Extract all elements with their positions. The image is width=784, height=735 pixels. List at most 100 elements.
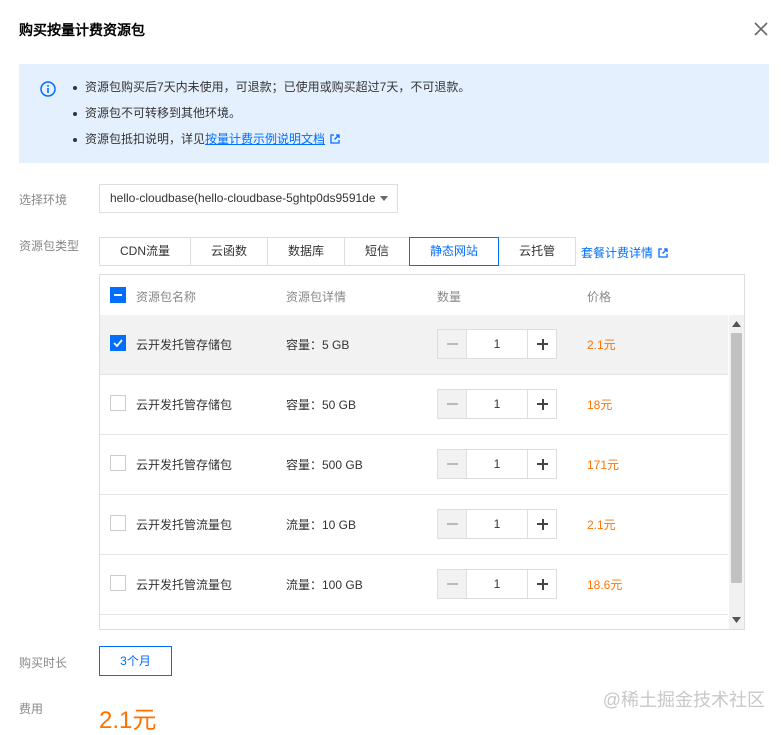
increase-button[interactable] bbox=[527, 389, 557, 419]
table-row[interactable] bbox=[100, 615, 728, 630]
row-checkbox[interactable] bbox=[110, 455, 126, 471]
notice-item: 资源包购买后7天内未使用，可退款；已使用或购买超过7天，不可退款。 bbox=[73, 79, 470, 105]
package-price: 171元 bbox=[587, 458, 620, 472]
scroll-down-icon[interactable] bbox=[732, 617, 741, 623]
notice-item-prefix: 资源包抵扣说明，详见 bbox=[85, 132, 206, 146]
row-checkbox[interactable] bbox=[110, 335, 126, 351]
decrease-button[interactable] bbox=[437, 329, 467, 359]
package-name: 云开发托管流量包 bbox=[136, 518, 233, 532]
quantity-input[interactable]: 1 bbox=[467, 509, 527, 539]
external-link-icon[interactable] bbox=[330, 134, 340, 144]
minus-icon bbox=[447, 403, 458, 405]
quantity-stepper[interactable]: 1 bbox=[437, 509, 557, 539]
quantity-stepper[interactable]: 1 bbox=[437, 389, 557, 419]
decrease-button[interactable] bbox=[437, 389, 467, 419]
package-price: 2.1元 bbox=[587, 338, 616, 352]
scrollbar-thumb[interactable] bbox=[731, 333, 742, 583]
package-name: 云开发托管流量包 bbox=[136, 578, 233, 592]
env-select-value: hello-cloudbase(hello-cloudbase-5ghtp0ds… bbox=[110, 191, 376, 205]
row-checkbox[interactable] bbox=[110, 515, 126, 531]
decrease-button[interactable] bbox=[437, 629, 467, 630]
type-label: 资源包类型 bbox=[19, 239, 80, 253]
header-qty: 数量 bbox=[437, 290, 462, 304]
minus-icon bbox=[447, 583, 458, 585]
package-price: 2.1元 bbox=[587, 518, 616, 532]
minus-icon bbox=[447, 523, 458, 525]
package-price: 18元 bbox=[587, 398, 613, 412]
quantity-stepper[interactable]: 1 bbox=[437, 449, 557, 479]
package-detail: 流量：10 GB bbox=[286, 518, 357, 532]
billing-doc-link[interactable]: 按量计费示例说明文档 bbox=[205, 132, 325, 146]
select-all-checkbox[interactable] bbox=[110, 287, 126, 303]
decrease-button[interactable] bbox=[437, 509, 467, 539]
table-row[interactable]: 云开发托管存储包 容量：500 GB 1 171元 bbox=[100, 435, 728, 495]
minus-icon bbox=[447, 463, 458, 465]
plus-icon-vertical bbox=[541, 518, 544, 530]
tab-database[interactable]: 数据库 bbox=[267, 237, 346, 266]
fee-label: 费用 bbox=[19, 702, 44, 716]
increase-button[interactable] bbox=[527, 629, 557, 630]
quantity-stepper[interactable] bbox=[437, 629, 557, 630]
notice-box: 资源包购买后7天内未使用，可退款；已使用或购买超过7天，不可退款。 资源包不可转… bbox=[19, 64, 769, 163]
package-name: 云开发托管存储包 bbox=[136, 338, 233, 352]
tab-functions[interactable]: 云函数 bbox=[190, 237, 269, 266]
notice-item: 资源包抵扣说明，详见按量计费示例说明文档 bbox=[73, 131, 470, 157]
tab-cloud-hosting[interactable]: 云托管 bbox=[498, 237, 577, 266]
scroll-up-icon[interactable] bbox=[732, 321, 741, 327]
resource-type-tabs: CDN流量 云函数 数据库 短信 静态网站 云托管 bbox=[99, 237, 577, 266]
row-checkbox[interactable] bbox=[110, 575, 126, 591]
env-label: 选择环境 bbox=[19, 193, 68, 207]
decrease-button[interactable] bbox=[437, 569, 467, 599]
header-name: 资源包名称 bbox=[136, 290, 197, 304]
close-icon[interactable] bbox=[754, 22, 768, 36]
package-price: 18.6元 bbox=[587, 578, 623, 592]
package-detail: 容量：5 GB bbox=[286, 338, 350, 352]
table-row[interactable]: 云开发托管流量包 流量：100 GB 1 18.6元 bbox=[100, 555, 728, 615]
check-icon bbox=[113, 339, 123, 347]
quantity-input[interactable]: 1 bbox=[467, 389, 527, 419]
notice-item: 资源包不可转移到其他环境。 bbox=[73, 105, 470, 131]
table-row[interactable]: 云开发托管存储包 容量：50 GB 1 18元 bbox=[100, 375, 728, 435]
header-price: 价格 bbox=[587, 290, 612, 304]
decrease-button[interactable] bbox=[437, 449, 467, 479]
quantity-stepper[interactable]: 1 bbox=[437, 569, 557, 599]
quantity-input[interactable]: 1 bbox=[467, 329, 527, 359]
plus-icon-vertical bbox=[541, 458, 544, 470]
tab-static-hosting[interactable]: 静态网站 bbox=[409, 237, 500, 266]
watermark: @稀土掘金技术社区 bbox=[602, 690, 765, 710]
increase-button[interactable] bbox=[527, 509, 557, 539]
package-detail: 容量：500 GB bbox=[286, 458, 363, 472]
env-select[interactable]: hello-cloudbase(hello-cloudbase-5ghtp0ds… bbox=[99, 184, 398, 213]
table-row[interactable]: 云开发托管流量包 流量：10 GB 1 2.1元 bbox=[100, 495, 728, 555]
info-icon bbox=[40, 81, 56, 97]
package-detail: 流量：100 GB bbox=[286, 578, 363, 592]
table-body: 云开发托管存储包 容量：5 GB 1 2.1元 云开发托管存储包 容量：50 GB 1 18元… bbox=[100, 315, 728, 630]
quantity-input[interactable]: 1 bbox=[467, 569, 527, 599]
plus-icon-vertical bbox=[541, 578, 544, 590]
quantity-input[interactable] bbox=[467, 629, 527, 630]
table-row[interactable]: 云开发托管存储包 容量：5 GB 1 2.1元 bbox=[100, 315, 728, 375]
package-detail: 容量：50 GB bbox=[286, 398, 357, 412]
package-name: 云开发托管存储包 bbox=[136, 398, 233, 412]
tab-sms[interactable]: 短信 bbox=[344, 237, 411, 266]
table-header: 资源包名称 资源包详情 数量 价格 bbox=[100, 275, 728, 316]
row-checkbox[interactable] bbox=[110, 395, 126, 411]
increase-button[interactable] bbox=[527, 329, 557, 359]
plan-details-link[interactable]: 套餐计费详情 bbox=[581, 244, 668, 261]
header-detail: 资源包详情 bbox=[286, 290, 347, 304]
increase-button[interactable] bbox=[527, 449, 557, 479]
increase-button[interactable] bbox=[527, 569, 557, 599]
quantity-input[interactable]: 1 bbox=[467, 449, 527, 479]
tab-cdn[interactable]: CDN流量 bbox=[99, 237, 191, 266]
package-name: 云开发托管存储包 bbox=[136, 458, 233, 472]
plus-icon-vertical bbox=[541, 398, 544, 410]
plan-details-label: 套餐计费详情 bbox=[581, 246, 654, 260]
duration-option-button[interactable]: 3个月 bbox=[99, 646, 172, 676]
quantity-stepper[interactable]: 1 bbox=[437, 329, 557, 359]
resource-package-table: 资源包名称 资源包详情 数量 价格 云开发托管存储包 容量：5 GB 1 2.1元 云开… bbox=[99, 274, 745, 630]
plus-icon-vertical bbox=[541, 338, 544, 350]
minus-icon bbox=[447, 343, 458, 345]
dialog-title: 购买按量计费资源包 bbox=[19, 22, 145, 38]
table-scrollbar[interactable] bbox=[729, 315, 744, 629]
close-button[interactable] bbox=[754, 22, 770, 38]
